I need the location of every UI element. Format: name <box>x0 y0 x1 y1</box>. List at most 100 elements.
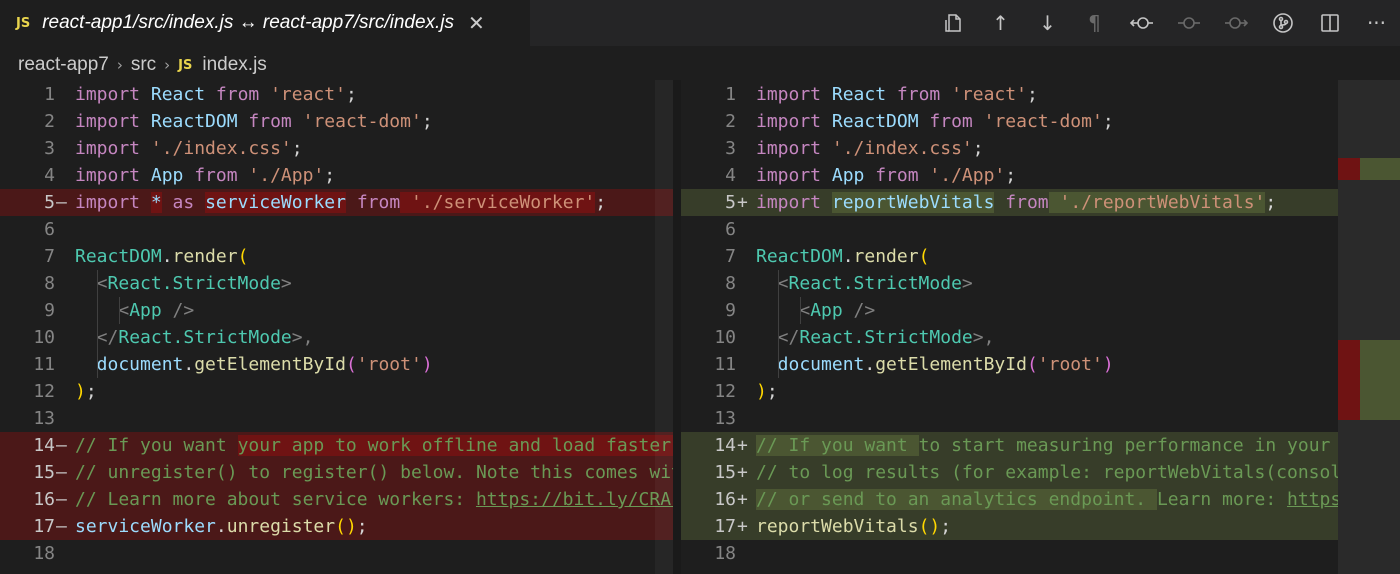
code-line[interactable]: 7 ReactDOM.render( <box>681 243 1400 270</box>
line-number: 13 <box>714 408 736 429</box>
commit-previous-icon[interactable] <box>1165 0 1212 46</box>
code-text: import React from 'react'; <box>756 81 1038 108</box>
code-line[interactable]: 2 import ReactDOM from 'react-dom'; <box>681 108 1400 135</box>
open-file-icon[interactable] <box>930 0 977 46</box>
code-line[interactable]: 7 ReactDOM.render( <box>0 243 673 270</box>
previous-change-icon[interactable]: ↑ <box>977 0 1024 46</box>
code-text: ); <box>756 378 778 405</box>
removed-line[interactable]: 16— // Learn more about service workers: … <box>0 486 673 513</box>
code-token: React <box>821 84 897 105</box>
line-number: 17 <box>714 516 736 537</box>
diff-splitter[interactable] <box>673 80 681 574</box>
line-number: 10 <box>33 327 55 348</box>
code-line[interactable]: 3 import './index.css'; <box>0 135 673 162</box>
added-line[interactable]: 17 + reportWebVitals(); <box>681 513 1400 540</box>
line-number: 11 <box>714 354 736 375</box>
line-number: 7 <box>44 246 55 267</box>
code-line[interactable]: 2 import ReactDOM from 'react-dom'; <box>0 108 673 135</box>
toggle-whitespace-icon[interactable]: ¶ <box>1071 0 1118 46</box>
code-token: ; <box>291 138 303 159</box>
commit-next-icon[interactable] <box>1212 0 1259 46</box>
code-line[interactable]: 8 <React.StrictMode> <box>681 270 1400 297</box>
diff-editor-tab[interactable]: JS react-app1/src/index.js ↔ react-app7/… <box>0 0 530 46</box>
breadcrumb-subfolder[interactable]: src <box>131 54 156 76</box>
code-line[interactable]: 18 <box>681 540 1400 567</box>
close-icon[interactable]: ✕ <box>468 11 485 35</box>
editor-tab-bar: JS react-app1/src/index.js ↔ react-app7/… <box>0 0 1400 46</box>
code-token: ( <box>1026 354 1038 375</box>
code-token: import <box>75 165 141 186</box>
added-line[interactable]: 5 + import reportWebVitals from './reportW… <box>681 189 1400 216</box>
code-token: < <box>75 300 130 321</box>
removed-line[interactable]: 15— // unregister() to register() below. … <box>0 459 673 486</box>
code-text: ReactDOM.render( <box>756 243 929 270</box>
code-line[interactable]: 9 <App /> <box>0 297 673 324</box>
javascript-file-icon: JS <box>178 57 193 73</box>
code-line[interactable]: 11 document.getElementById('root') <box>0 351 673 378</box>
code-line[interactable]: 1 import React from 'react'; <box>0 81 673 108</box>
code-token: https://bit.ly/CRA-PWA <box>475 489 673 510</box>
next-change-icon[interactable]: ↓ <box>1024 0 1071 46</box>
code-line[interactable]: 8 <React.StrictMode> <box>0 270 673 297</box>
more-actions-icon[interactable]: ··· <box>1353 0 1400 46</box>
code-line[interactable]: 9 <App /> <box>681 297 1400 324</box>
code-token: reportWebVitals <box>756 516 919 537</box>
code-line[interactable]: 10 </React.StrictMode>, <box>681 324 1400 351</box>
added-line[interactable]: 15 + // to log results (for example: repor… <box>681 459 1400 486</box>
commit-back-icon[interactable] <box>1118 0 1165 46</box>
code-text: serviceWorker.unregister(); <box>75 513 368 540</box>
code-token: ; <box>595 192 607 213</box>
added-line[interactable]: 14 + // If you want to start measuring per… <box>681 432 1400 459</box>
code-line[interactable]: 12); <box>0 378 673 405</box>
line-number: 4 <box>44 165 55 186</box>
removed-line[interactable]: 5— import * as serviceWorker from './serv… <box>0 189 673 216</box>
code-token: . <box>864 354 876 375</box>
breadcrumb-file[interactable]: index.js <box>202 54 266 76</box>
added-line[interactable]: 16 + // or send to an analytics endpoint. … <box>681 486 1400 513</box>
split-editor-icon[interactable] <box>1306 0 1353 46</box>
editor-actions: ↑ ↓ ¶ ··· <box>930 0 1400 46</box>
indent-guide <box>97 270 98 378</box>
code-line[interactable]: 13 <box>0 405 673 432</box>
code-token: 'root' <box>1037 354 1103 375</box>
removed-line[interactable]: 14— // If you want your app to work offli… <box>0 432 673 459</box>
javascript-file-icon: JS <box>16 15 31 31</box>
code-line[interactable]: 4 import App from './App'; <box>681 162 1400 189</box>
code-token: './index.css' <box>140 138 292 159</box>
code-token: ; <box>1026 84 1038 105</box>
code-token: 'root' <box>356 354 422 375</box>
code-token: ) <box>421 354 433 375</box>
code-text: <App /> <box>75 297 194 324</box>
code-token: /> <box>842 300 876 321</box>
git-compare-icon[interactable] <box>1259 0 1306 46</box>
code-token: . <box>183 354 195 375</box>
code-line[interactable]: 10 </React.StrictMode>, <box>0 324 673 351</box>
code-line[interactable]: 13 <box>681 405 1400 432</box>
code-line[interactable]: 1 import React from 'react'; <box>681 81 1400 108</box>
line-number: 1 <box>44 84 55 105</box>
code-line[interactable]: 4 import App from './App'; <box>0 162 673 189</box>
overview-ruler[interactable] <box>1338 80 1400 574</box>
code-line[interactable]: 12); <box>681 378 1400 405</box>
code-text: <React.StrictMode> <box>756 270 973 297</box>
removed-marker-icon: — <box>56 516 67 537</box>
code-token: // If you want <box>75 435 238 456</box>
scrollbar[interactable] <box>655 80 673 574</box>
breadcrumb-folder[interactable]: react-app7 <box>18 54 109 76</box>
code-line[interactable]: 6 <box>0 216 673 243</box>
code-line[interactable]: 11 document.getElementById('root') <box>681 351 1400 378</box>
code-line[interactable]: 3 import './index.css'; <box>681 135 1400 162</box>
code-token: from <box>896 84 941 105</box>
line-number: 3 <box>44 138 55 159</box>
removed-line[interactable]: 17— serviceWorker.unregister(); <box>0 513 673 540</box>
original-editor-pane[interactable]: 1 import React from 'react'; 2 import React… <box>0 80 673 574</box>
added-marker-icon: + <box>737 192 748 213</box>
line-number: 10 <box>714 327 736 348</box>
code-line[interactable]: 6 <box>681 216 1400 243</box>
modified-editor-pane[interactable]: 1 import React from 'react'; 2 import React… <box>681 80 1400 574</box>
line-number: 15 <box>714 462 736 483</box>
code-token: from <box>248 111 292 132</box>
code-line[interactable]: 18 <box>0 540 673 567</box>
code-token: './reportWebVitals' <box>1048 192 1266 213</box>
